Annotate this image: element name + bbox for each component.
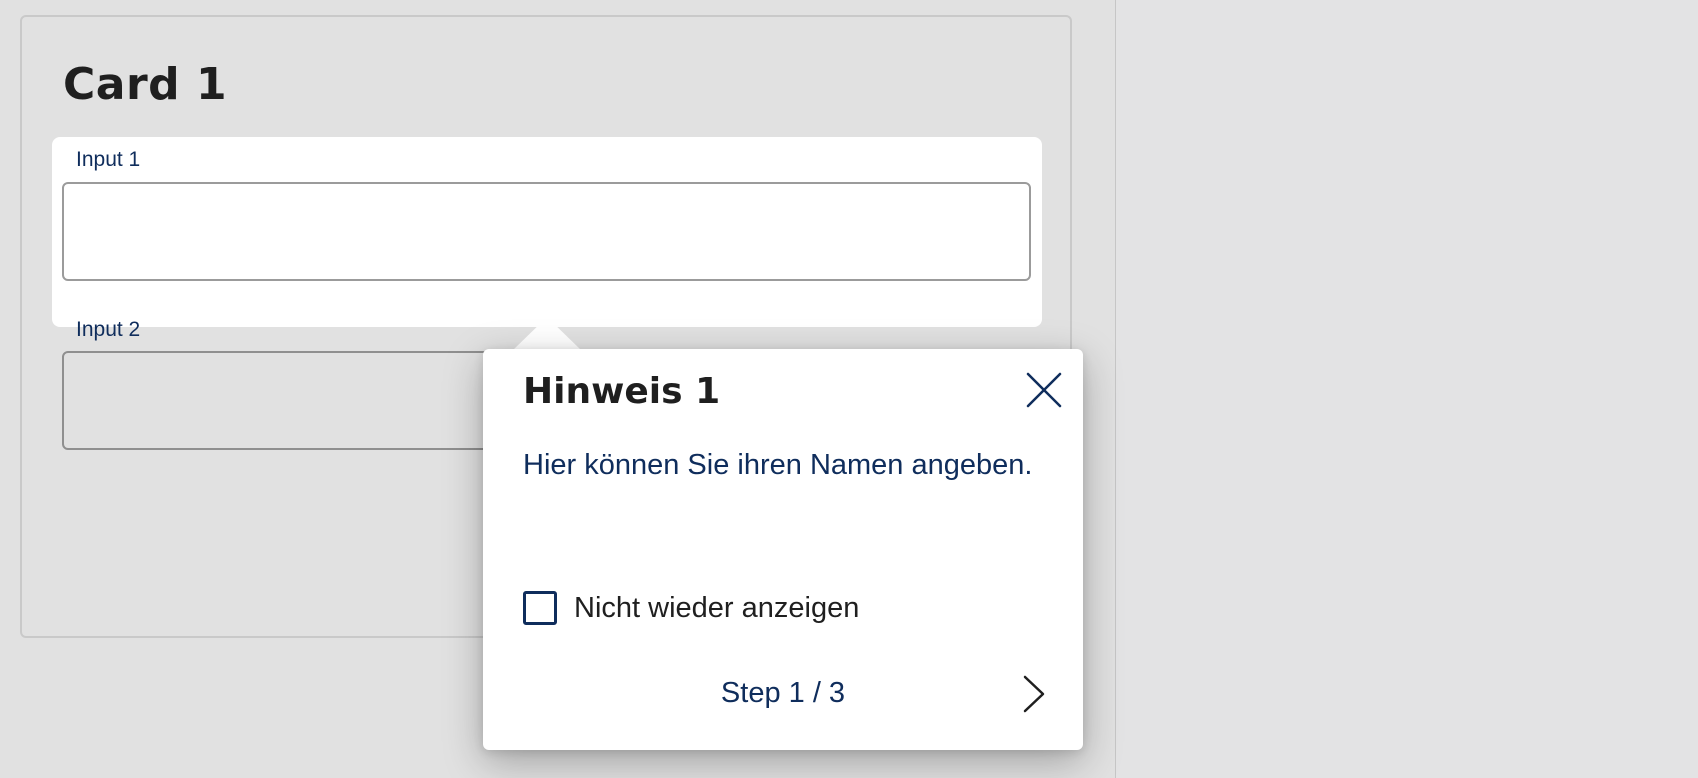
side-pane (1116, 0, 1698, 778)
input-2-label: Input 2 (76, 318, 141, 341)
next-step-button[interactable] (1011, 671, 1055, 717)
dont-show-again-checkbox[interactable]: Nicht wieder anzeigen (523, 591, 859, 625)
tour-popover: Hinweis 1 Hier können Sie ihren Namen an… (483, 349, 1083, 750)
popover-arrow (513, 317, 581, 350)
page: Card 1 Input 1 Input 2 Hinweis 1 Hier kö… (0, 0, 1698, 778)
close-icon (1026, 372, 1062, 408)
card-title: Card 1 (63, 59, 228, 110)
popover-text: Hier können Sie ihren Namen angeben. (523, 449, 1033, 481)
checkbox-box[interactable] (523, 591, 557, 625)
input-1-field[interactable] (62, 182, 1031, 281)
chevron-right-icon (1023, 675, 1045, 713)
checkbox-label[interactable]: Nicht wieder anzeigen (574, 592, 859, 625)
input-1-label: Input 1 (76, 148, 141, 171)
close-button[interactable] (1023, 369, 1065, 411)
popover-title: Hinweis 1 (523, 371, 721, 412)
step-indicator: Step 1 / 3 (720, 677, 846, 709)
